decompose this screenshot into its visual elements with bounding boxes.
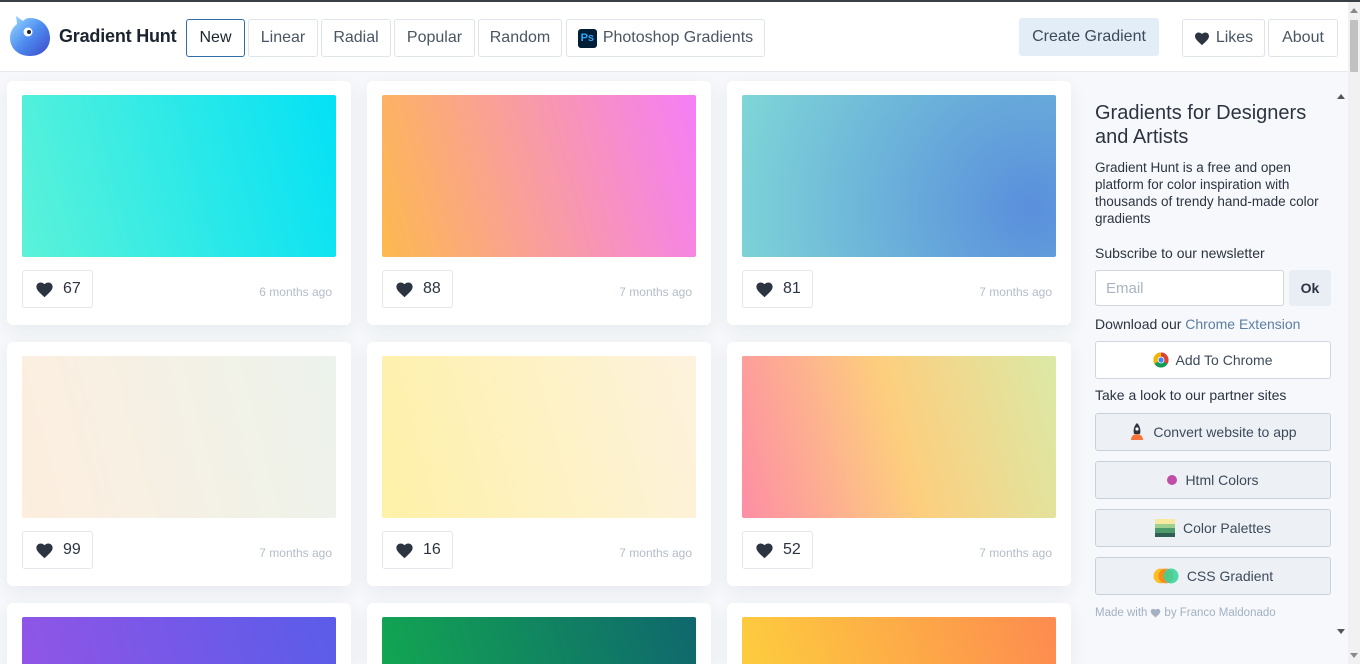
partner-label: CSS Gradient bbox=[1186, 568, 1274, 584]
subscribe-label: Subscribe to our newsletter bbox=[1095, 245, 1265, 261]
gradient-preview[interactable] bbox=[742, 617, 1056, 664]
nav-linear[interactable]: Linear bbox=[248, 19, 318, 57]
made-prefix: Made with bbox=[1095, 607, 1148, 619]
like-count: 81 bbox=[783, 280, 801, 297]
like-button[interactable]: 88 bbox=[382, 270, 453, 308]
subscribe-ok-button[interactable]: Ok bbox=[1289, 270, 1331, 306]
partner-css-gradient-button[interactable]: CSS Gradient bbox=[1095, 557, 1331, 595]
card-timestamp: 7 months ago bbox=[259, 546, 332, 560]
scroll-thumb[interactable] bbox=[1350, 20, 1358, 72]
scroll-down-arrow[interactable] bbox=[1350, 653, 1358, 658]
heart-icon bbox=[396, 282, 413, 297]
nav-new[interactable]: New bbox=[186, 19, 245, 57]
gradient-card: 67 6 months ago bbox=[7, 81, 351, 325]
card-timestamp: 7 months ago bbox=[979, 285, 1052, 299]
like-button[interactable]: 81 bbox=[742, 270, 813, 308]
chrome-extension-link[interactable]: Chrome Extension bbox=[1185, 316, 1300, 332]
partner-label: Html Colors bbox=[1185, 472, 1259, 488]
made-with-credit: Made with by Franco Maldonado bbox=[1095, 607, 1276, 619]
gradient-preview[interactable] bbox=[22, 356, 336, 518]
gradient-card: 88 7 months ago bbox=[367, 81, 711, 325]
sidebar-scrollbar[interactable] bbox=[1335, 90, 1347, 638]
nav-random[interactable]: Random bbox=[478, 19, 562, 57]
partner-label: Convert website to app bbox=[1153, 424, 1297, 440]
rocket-icon bbox=[1131, 423, 1144, 440]
color-dot-icon bbox=[1167, 475, 1178, 485]
gradient-preview[interactable] bbox=[382, 356, 696, 518]
heart-icon bbox=[36, 282, 53, 297]
partner-color-palettes-button[interactable]: Color Palettes bbox=[1095, 509, 1331, 547]
like-count: 16 bbox=[423, 541, 441, 558]
gradient-preview[interactable] bbox=[22, 617, 336, 664]
sidebar-scroll-up-arrow[interactable] bbox=[1337, 94, 1345, 99]
likes-label: Likes bbox=[1215, 29, 1254, 46]
partner-label: Color Palettes bbox=[1183, 520, 1271, 536]
nav-photoshop-gradients[interactable]: Ps Photoshop Gradients bbox=[566, 19, 765, 57]
sidebar-description: Gradient Hunt is a free and open platfor… bbox=[1095, 160, 1319, 226]
email-input[interactable] bbox=[1095, 270, 1284, 306]
heart-icon bbox=[756, 543, 773, 558]
partner-convert-website-button[interactable]: Convert website to app bbox=[1095, 413, 1331, 451]
brand-name[interactable]: Gradient Hunt bbox=[59, 26, 177, 47]
gradient-preview[interactable] bbox=[22, 95, 336, 257]
made-suffix: by Franco Maldonado bbox=[1164, 607, 1276, 619]
gradient-card bbox=[367, 603, 711, 664]
gradient-card bbox=[7, 603, 351, 664]
gradient-preview[interactable] bbox=[742, 95, 1056, 257]
partner-html-colors-button[interactable]: Html Colors bbox=[1095, 461, 1331, 499]
like-button[interactable]: 99 bbox=[22, 531, 93, 569]
heart-icon bbox=[756, 282, 773, 297]
download-extension-text: Download our Chrome Extension bbox=[1095, 316, 1300, 332]
like-button[interactable]: 16 bbox=[382, 531, 453, 569]
card-timestamp: 7 months ago bbox=[619, 546, 692, 560]
nav-radial[interactable]: Radial bbox=[321, 19, 391, 57]
chrome-icon bbox=[1153, 352, 1169, 368]
gradient-preview[interactable] bbox=[382, 617, 696, 664]
heart-icon bbox=[1194, 32, 1209, 45]
gradient-card: 99 7 months ago bbox=[7, 342, 351, 586]
palette-icon bbox=[1155, 519, 1176, 537]
likes-button[interactable]: Likes bbox=[1182, 19, 1265, 57]
gradient-card: 52 7 months ago bbox=[727, 342, 1071, 586]
add-to-chrome-button[interactable]: Add To Chrome bbox=[1095, 341, 1331, 379]
card-timestamp: 7 months ago bbox=[619, 285, 692, 299]
heart-icon bbox=[1151, 608, 1161, 618]
gradient-card: 81 7 months ago bbox=[727, 81, 1071, 325]
css-gradient-icon bbox=[1153, 568, 1179, 584]
gradient-hunt-logo[interactable] bbox=[10, 14, 50, 56]
like-count: 99 bbox=[63, 541, 81, 558]
sidebar-scroll-down-arrow[interactable] bbox=[1337, 629, 1345, 634]
card-timestamp: 7 months ago bbox=[979, 546, 1052, 560]
sidebar: Gradients for Designers and Artists Grad… bbox=[1085, 90, 1347, 638]
download-prefix: Download our bbox=[1095, 316, 1186, 332]
like-count: 88 bbox=[423, 280, 441, 297]
like-button[interactable]: 67 bbox=[22, 270, 93, 308]
sidebar-title: Gradients for Designers and Artists bbox=[1095, 102, 1307, 148]
nav-popular[interactable]: Popular bbox=[394, 19, 475, 57]
about-button[interactable]: About bbox=[1268, 19, 1338, 57]
gradient-card bbox=[727, 603, 1071, 664]
heart-icon bbox=[36, 543, 53, 558]
heart-icon bbox=[396, 543, 413, 558]
scroll-up-arrow[interactable] bbox=[1350, 8, 1358, 13]
gradient-preview[interactable] bbox=[742, 356, 1056, 518]
partners-label: Take a look to our partner sites bbox=[1095, 387, 1287, 403]
photoshop-icon: Ps bbox=[577, 28, 597, 48]
gradient-card: 16 7 months ago bbox=[367, 342, 711, 586]
add-to-chrome-label: Add To Chrome bbox=[1175, 352, 1273, 368]
card-timestamp: 6 months ago bbox=[259, 285, 332, 299]
like-count: 52 bbox=[783, 541, 801, 558]
like-count: 67 bbox=[63, 280, 81, 297]
site-header: Gradient Hunt New Linear Radial Popular … bbox=[0, 2, 1348, 72]
create-gradient-button[interactable]: Create Gradient bbox=[1019, 18, 1159, 56]
photoshop-gradients-label: Photoshop Gradients bbox=[602, 29, 754, 46]
page-scrollbar[interactable] bbox=[1348, 2, 1360, 664]
like-button[interactable]: 52 bbox=[742, 531, 813, 569]
gradient-preview[interactable] bbox=[382, 95, 696, 257]
